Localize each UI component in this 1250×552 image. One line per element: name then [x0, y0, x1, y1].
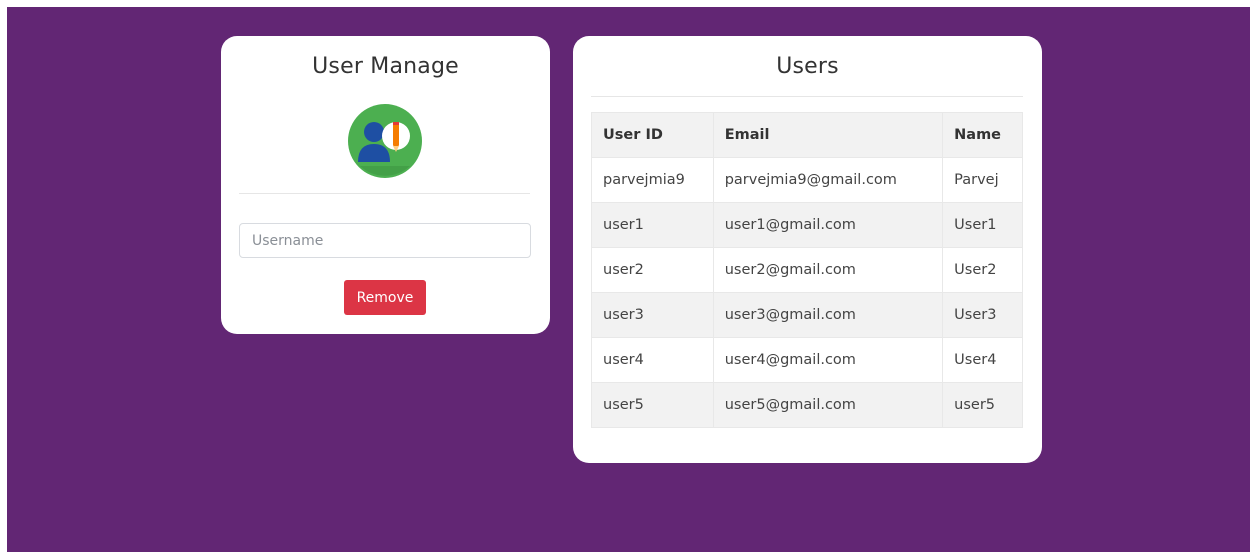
- user-manage-divider: [239, 193, 530, 194]
- cell-user-id: user4: [591, 337, 714, 383]
- cell-email: parvejmia9@gmail.com: [712, 157, 944, 203]
- cell-name: User4: [942, 337, 1023, 383]
- username-input[interactable]: [239, 223, 531, 258]
- table-row: user3 user3@gmail.com User3: [591, 292, 1023, 338]
- cell-name: User2: [942, 247, 1023, 293]
- cell-user-id: parvejmia9: [591, 157, 714, 203]
- user-manage-card: User Manage Remove: [221, 36, 550, 334]
- cell-user-id: user2: [591, 247, 714, 293]
- cell-user-id: user1: [591, 202, 714, 248]
- cell-user-id: user5: [591, 382, 714, 428]
- table-row: parvejmia9 parvejmia9@gmail.com Parvej: [591, 157, 1023, 203]
- cell-email: user1@gmail.com: [712, 202, 944, 248]
- remove-button[interactable]: Remove: [344, 280, 426, 315]
- table-header-row: User ID Email Name: [591, 112, 1023, 158]
- table-row: user2 user2@gmail.com User2: [591, 247, 1023, 293]
- column-header-user-id: User ID: [591, 112, 714, 158]
- cell-name: User3: [942, 292, 1023, 338]
- users-title: Users: [776, 54, 839, 79]
- users-card: Users User ID Email Name parvejmia9 parv…: [573, 36, 1042, 463]
- table-row: user5 user5@gmail.com user5: [591, 382, 1023, 428]
- table-row: user4 user4@gmail.com User4: [591, 337, 1023, 383]
- users-divider: [591, 96, 1023, 97]
- column-header-email: Email: [712, 112, 944, 158]
- page-background: User Manage Remove Users User ID Email N…: [7, 7, 1250, 552]
- cell-email: user3@gmail.com: [712, 292, 944, 338]
- cell-user-id: user3: [591, 292, 714, 338]
- cell-email: user5@gmail.com: [712, 382, 944, 428]
- users-table: User ID Email Name parvejmia9 parvejmia9…: [591, 112, 1023, 428]
- table-row: user1 user1@gmail.com User1: [591, 202, 1023, 248]
- cell-email: user4@gmail.com: [712, 337, 944, 383]
- cell-name: User1: [942, 202, 1023, 248]
- cell-email: user2@gmail.com: [712, 247, 944, 293]
- cell-name: Parvej: [942, 157, 1023, 203]
- user-manage-title: User Manage: [312, 54, 459, 79]
- column-header-name: Name: [942, 112, 1023, 158]
- cell-name: user5: [942, 382, 1023, 428]
- user-edit-icon: [348, 104, 422, 178]
